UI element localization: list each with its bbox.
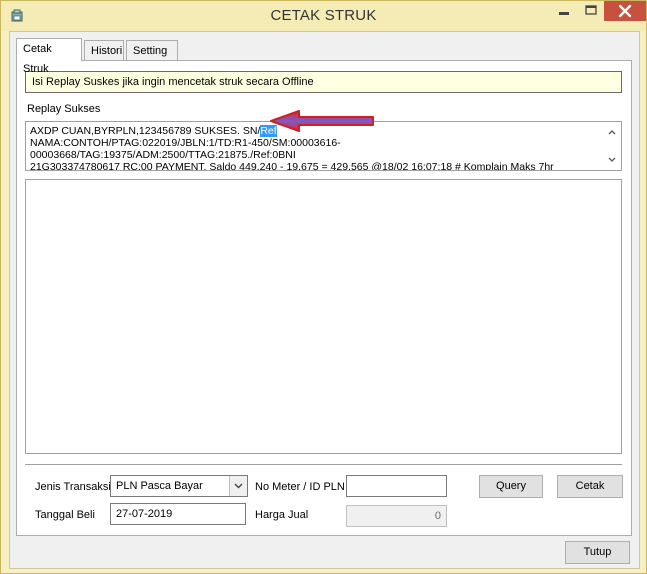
info-message: Isi Replay Suskes jika ingin mencetak st… xyxy=(25,71,622,93)
jenis-transaksi-select[interactable]: PLN Pasca Bayar xyxy=(110,475,248,497)
minimize-icon[interactable] xyxy=(551,1,577,21)
title-bar[interactable]: CETAK STRUK xyxy=(1,1,646,31)
close-icon xyxy=(618,4,632,18)
cetak-struk-window: CETAK STRUK Cetak Struk Histori Setting … xyxy=(0,0,647,574)
replay-line-2: NAMA:CONTOH/PTAG:022019/JBLN:1/TD:R1-450… xyxy=(30,137,341,161)
close-button[interactable] xyxy=(604,1,646,21)
harga-jual-input: 0 xyxy=(346,505,447,527)
struk-preview-area[interactable] xyxy=(25,179,622,454)
no-meter-input[interactable] xyxy=(346,475,447,497)
jenis-transaksi-value: PLN Pasca Bayar xyxy=(116,480,203,492)
replay-line-3: 21G303374780617 RC:00 PAYMENT. Saldo 449… xyxy=(30,161,554,171)
cetak-button[interactable]: Cetak xyxy=(557,475,623,498)
scroll-down-icon xyxy=(608,157,616,162)
jenis-transaksi-label: Jenis Transaksi xyxy=(35,481,111,493)
tab-cetak-struk[interactable]: Cetak Struk xyxy=(16,38,82,75)
vertical-scrollbar[interactable] xyxy=(604,123,620,169)
chevron-down-icon xyxy=(234,483,243,489)
harga-jual-label: Harga Jual xyxy=(255,509,309,521)
tab-histori[interactable]: Histori xyxy=(84,40,124,60)
replay-sukses-label: Replay Sukses xyxy=(27,103,101,115)
tab-setting[interactable]: Setting xyxy=(126,40,178,60)
dropdown-button[interactable] xyxy=(229,476,247,496)
no-meter-label: No Meter / ID PLN xyxy=(255,481,345,493)
tutup-button[interactable]: Tutup xyxy=(565,541,630,564)
window-title: CETAK STRUK xyxy=(270,7,377,24)
tanggal-beli-input[interactable]: 27-07-2019 xyxy=(110,503,246,525)
tanggal-beli-label: Tanggal Beli xyxy=(35,509,95,521)
replay-line-1-text: AXDP CUAN,BYRPLN,123456789 SUKSES. SN/ xyxy=(30,125,261,137)
red-arrow-annotation xyxy=(270,110,374,132)
maximize-icon[interactable] xyxy=(578,1,604,21)
query-button[interactable]: Query xyxy=(479,475,543,498)
scroll-up-icon xyxy=(608,130,616,135)
separator-line xyxy=(25,464,622,465)
